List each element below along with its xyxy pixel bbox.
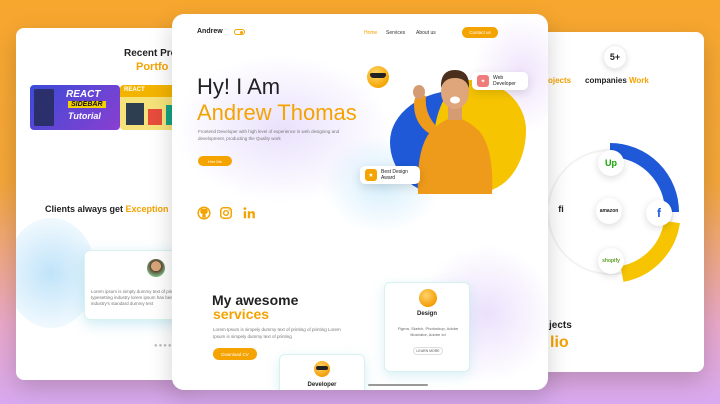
- services-subheading: services: [213, 306, 270, 322]
- web-developer-badge: ✦ Web Developer: [472, 72, 528, 90]
- design-emoji-icon: [419, 289, 437, 307]
- thumbnail-sidebar: [34, 89, 54, 126]
- project-thumbnail-react-sidebar[interactable]: REACT SIDEBAR Tutorial: [30, 85, 120, 130]
- scroll-indicator[interactable]: [368, 384, 428, 386]
- service-card-developer: Developer: [279, 354, 365, 390]
- upwork-icon[interactable]: Up: [598, 150, 624, 176]
- service-description: Figma, Sketch, Photoshop, Adobe Illustra…: [397, 326, 459, 337]
- nav-link-about[interactable]: About us: [416, 30, 436, 36]
- github-icon[interactable]: [197, 206, 211, 220]
- avatar: [147, 259, 165, 277]
- service-title: Developer: [307, 382, 337, 388]
- download-cv-button[interactable]: Download CV: [213, 348, 257, 360]
- learn-more-button[interactable]: LEARN MORE: [413, 347, 443, 355]
- clients-highlight: Exception: [125, 204, 169, 214]
- thumbnail-text-sidebar: SIDEBAR: [68, 101, 106, 108]
- services-description: Lorem Ipsum is simpely dummy text of pri…: [213, 327, 341, 339]
- shopify-icon[interactable]: shopify: [598, 248, 624, 274]
- clients-text: Clients always get: [45, 204, 126, 214]
- amazon-icon[interactable]: amazon: [596, 198, 622, 224]
- badge-label: Best Design Award: [381, 169, 408, 181]
- portfolio-main-page: Andrew Home Services About us Contact us…: [172, 14, 548, 390]
- thumbnail-block: [126, 103, 144, 125]
- thumbnail-text-react: REACT: [66, 89, 101, 100]
- stat-count-badge: 5+: [603, 45, 627, 69]
- badge-icon: ✦: [477, 75, 489, 87]
- clients-heading: Clients always get Exception: [45, 204, 169, 214]
- thumbnail-block: [148, 109, 162, 125]
- badge-label: Web Developer: [493, 75, 516, 87]
- orbit-arc-yellow: [620, 220, 680, 282]
- hero-description: Frontend Developer with high level of ex…: [198, 129, 340, 141]
- carousel-dots[interactable]: ●●●●: [154, 343, 173, 349]
- instagram-icon[interactable]: [219, 206, 233, 220]
- facebook-icon[interactable]: f: [646, 200, 672, 226]
- projects-label: ojects: [548, 76, 572, 85]
- service-card-design: Design Figma, Sketch, Photoshop, Adobe I…: [384, 282, 470, 372]
- cool-emoji-icon: [367, 66, 389, 88]
- brand-logo[interactable]: Andrew: [197, 28, 223, 35]
- companies-highlight: Work: [629, 76, 649, 85]
- linkedin-icon[interactable]: [242, 206, 256, 220]
- hire-me-button[interactable]: Hire Me: [198, 156, 232, 166]
- portfolio-heading-bottom: lio: [550, 334, 569, 351]
- nav-link-home[interactable]: Home: [364, 30, 377, 36]
- hero-name: Andrew Thomas: [197, 100, 357, 125]
- sunglasses-icon: [370, 73, 386, 78]
- award-icon: ★: [365, 169, 377, 181]
- developer-emoji-icon: [314, 361, 330, 377]
- thumbnail-text-react-2: REACT: [124, 87, 145, 93]
- thumbnail-text-tutorial: Tutorial: [68, 111, 101, 121]
- portfolio-preview-left: Recent Pro Portfo REACT SIDEBAR Tutorial…: [16, 28, 191, 380]
- fiverr-icon[interactable]: fi: [548, 196, 574, 222]
- theme-toggle[interactable]: [234, 29, 245, 35]
- projects-heading-bottom: jects: [549, 320, 572, 331]
- hero-greeting: Hy! I Am: [197, 74, 281, 99]
- service-title: Design: [416, 311, 437, 317]
- recent-projects-title: Recent Pro: [124, 48, 177, 59]
- companies-label: companies Work: [585, 76, 649, 85]
- portfolio-subtitle: Portfo: [136, 61, 169, 73]
- companies-text: companies: [585, 76, 630, 85]
- best-design-award-badge: ★ Best Design Award: [360, 166, 420, 184]
- portfolio-preview-right: 5+ ojects companies Work Up fi amazon f …: [530, 32, 704, 372]
- nav-link-services[interactable]: Services: [386, 30, 405, 36]
- contact-button[interactable]: Contact us: [462, 27, 498, 38]
